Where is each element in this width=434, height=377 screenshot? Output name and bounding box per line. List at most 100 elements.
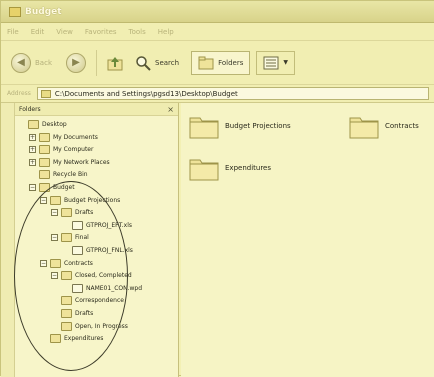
expand-icon[interactable]: + xyxy=(29,146,36,154)
forward-button[interactable]: ▶ xyxy=(66,52,86,73)
tree-item[interactable]: − Budget xyxy=(29,181,75,194)
folders-label: Folders xyxy=(218,58,244,67)
tree-item[interactable]: − Closed, Completed xyxy=(51,269,132,282)
tree-item-label: Open, In Progress xyxy=(75,322,128,330)
expand-icon[interactable]: + xyxy=(29,158,36,166)
content-area: Budget Projections Contracts Expenditure… xyxy=(181,103,434,377)
title-bar[interactable]: Budget xyxy=(1,1,434,23)
tree-item[interactable]: + My Documents xyxy=(29,131,98,144)
file-icon xyxy=(72,246,83,255)
tree-item[interactable]: Open, In Progress xyxy=(51,320,128,333)
tree-item-label: Drafts xyxy=(75,310,94,317)
folder-icon xyxy=(349,117,379,139)
folder-icon xyxy=(39,157,50,167)
folder-icon xyxy=(50,334,61,344)
tree-item-label: Closed, Completed xyxy=(75,272,132,280)
tree-item[interactable]: Drafts xyxy=(51,307,93,320)
tree-item[interactable]: − Drafts xyxy=(51,206,93,219)
toolbar: ◀ Back ▶ Search Folders ▼ xyxy=(1,41,434,85)
back-label: Back xyxy=(35,58,52,67)
tree-item-label: Budget Projections xyxy=(64,196,121,204)
folder-icon xyxy=(39,183,50,192)
collapse-icon[interactable]: − xyxy=(40,196,47,204)
folders-icon xyxy=(198,56,214,70)
up-folder-button[interactable] xyxy=(107,55,123,71)
search-label: Search xyxy=(155,58,180,67)
menu-favorites[interactable]: Favorites xyxy=(85,28,117,36)
tree-item[interactable]: Recycle Bin xyxy=(29,168,88,181)
collapse-icon[interactable]: − xyxy=(40,259,47,267)
tree-item-label: Expenditures xyxy=(64,335,104,343)
folder-label: Contracts xyxy=(385,122,419,130)
tree-item-label: My Network Places xyxy=(53,158,110,166)
tree-item[interactable]: Expenditures xyxy=(40,332,103,345)
tree-item-label: Correspondence xyxy=(75,297,124,305)
tree-item[interactable]: − Contracts xyxy=(40,257,93,270)
explorer-window: Budget File Edit View Favorites Tools He… xyxy=(0,0,434,377)
collapse-icon[interactable]: − xyxy=(51,272,58,280)
tree-item-label: Desktop xyxy=(42,121,67,128)
tree-item-label: Drafts xyxy=(75,209,94,217)
views-icon xyxy=(263,56,279,70)
folders-pane-header: Folders × xyxy=(15,103,178,116)
folder-icon xyxy=(61,296,72,306)
tree-item-label: Final xyxy=(75,234,89,242)
toolbar-separator xyxy=(96,49,97,76)
menu-view[interactable]: View xyxy=(56,28,73,36)
back-arrow-icon: ◀ xyxy=(17,57,25,68)
tree-item[interactable]: − Final xyxy=(51,231,89,244)
tree-item[interactable]: Desktop xyxy=(18,118,67,131)
folder-icon xyxy=(61,208,72,218)
folder-item[interactable]: Expenditures xyxy=(189,155,271,181)
folder-label: Expenditures xyxy=(225,164,271,172)
back-button[interactable]: ◀ xyxy=(11,52,31,73)
tree-item[interactable]: + My Network Places xyxy=(29,156,110,169)
folder-icon xyxy=(50,195,61,205)
tree-item-label: My Documents xyxy=(53,133,98,141)
collapse-icon[interactable]: − xyxy=(29,184,36,191)
menu-help[interactable]: Help xyxy=(158,28,174,36)
views-button[interactable]: ▼ xyxy=(256,50,295,75)
expand-icon[interactable]: + xyxy=(29,133,36,141)
tree-item-label: GTPROJ_FNL.xls xyxy=(86,247,133,254)
folder-icon xyxy=(39,132,50,142)
tree-item-label: Contracts xyxy=(64,259,93,267)
folder-icon xyxy=(28,120,39,129)
tree-item-label: My Computer xyxy=(53,146,94,154)
folder-icon xyxy=(189,117,219,139)
folders-button[interactable]: Folders xyxy=(191,50,251,75)
tree-item-label: Recycle Bin xyxy=(53,171,88,179)
search-button[interactable]: Search xyxy=(129,51,185,75)
chevron-down-icon: ▼ xyxy=(283,59,288,66)
window-title: Budget xyxy=(25,6,62,17)
folder-icon xyxy=(61,321,72,331)
collapse-icon[interactable]: − xyxy=(51,209,58,217)
tree-item-label: GTPROJ_EPT.xls xyxy=(86,221,132,229)
menu-bar: File Edit View Favorites Tools Help xyxy=(1,23,434,41)
folder-item[interactable]: Contracts xyxy=(349,113,419,139)
tree-item[interactable]: − Budget Projections xyxy=(40,194,120,207)
up-folder-icon xyxy=(107,56,123,70)
tree-item[interactable]: Correspondence xyxy=(51,294,124,307)
tree-item-label: NAME01_CON.wpd xyxy=(86,284,143,292)
collapse-icon[interactable]: − xyxy=(51,234,58,242)
address-value: C:\Documents and Settings\pgsd13\Desktop… xyxy=(54,89,238,98)
menu-tools[interactable]: Tools xyxy=(129,28,146,36)
folder-icon xyxy=(39,145,50,155)
menu-file[interactable]: File xyxy=(7,28,19,36)
folder-item[interactable]: Budget Projections xyxy=(189,113,291,139)
close-icon[interactable]: × xyxy=(167,105,174,114)
tree-item[interactable]: GTPROJ_EPT.xls xyxy=(62,219,132,232)
tree-item[interactable]: GTPROJ_FNL.xls xyxy=(62,244,133,257)
tree-item[interactable]: + My Computer xyxy=(29,143,93,156)
tree-item[interactable]: NAME01_CON.wpd xyxy=(62,282,142,295)
folder-icon xyxy=(50,258,61,268)
menu-edit[interactable]: Edit xyxy=(31,28,45,36)
address-bar: Address C:\Documents and Settings\pgsd13… xyxy=(1,85,434,103)
folder-icon xyxy=(39,170,50,180)
address-field[interactable]: C:\Documents and Settings\pgsd13\Desktop… xyxy=(36,87,429,100)
